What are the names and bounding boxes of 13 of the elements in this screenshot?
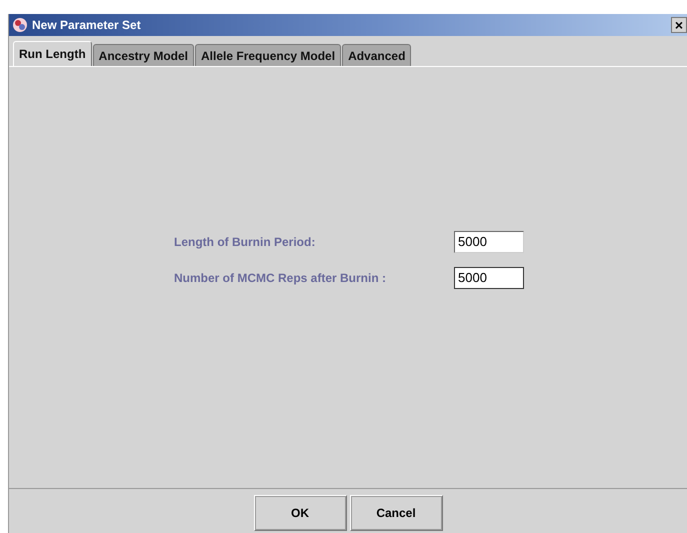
field-label: Length of Burnin Period: (174, 234, 316, 248)
close-button[interactable]: × (671, 17, 687, 33)
dialog-button[interactable]: Cancel (350, 495, 442, 531)
app-icon (12, 17, 28, 33)
tab[interactable]: Ancestry Model (92, 44, 194, 66)
input-field[interactable]: 5000 (454, 266, 524, 288)
field-label: Number of MCMC Reps after Burnin : (174, 270, 388, 284)
tab[interactable]: Run Length (13, 41, 92, 66)
tab[interactable]: Allele Frequency Model (195, 44, 342, 66)
window-title: New Parameter Set (32, 18, 142, 32)
input-field[interactable]: 5000 (454, 230, 524, 252)
dialog-button[interactable]: OK (254, 495, 346, 531)
tab[interactable]: Advanced (342, 44, 412, 66)
